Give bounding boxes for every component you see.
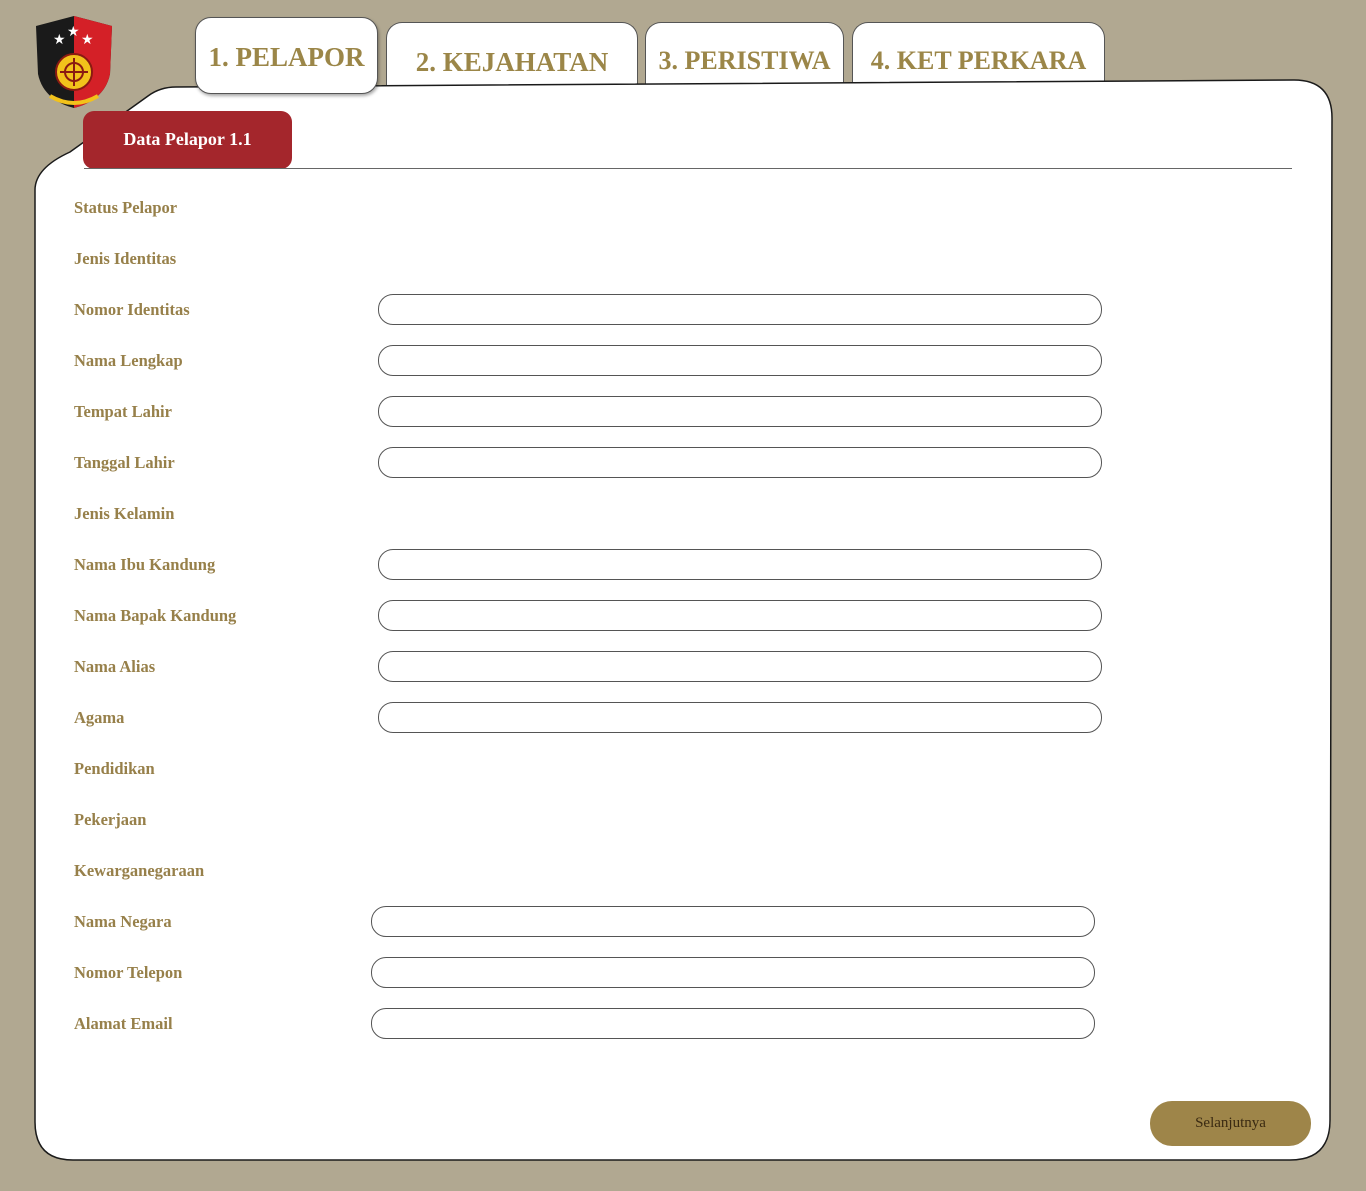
section-divider bbox=[84, 168, 1292, 169]
label-nama-alias: Nama Alias bbox=[74, 657, 156, 676]
label-agama: Agama bbox=[74, 708, 125, 727]
label-nama-bapak-kandung: Nama Bapak Kandung bbox=[74, 606, 237, 625]
tempat-lahir-input[interactable] bbox=[378, 396, 1102, 427]
next-button[interactable]: Selanjutnya bbox=[1150, 1101, 1311, 1146]
label-nama-lengkap: Nama Lengkap bbox=[74, 351, 183, 370]
label-nama-negara: Nama Negara bbox=[74, 912, 172, 931]
label-tempat-lahir: Tempat Lahir bbox=[74, 402, 172, 421]
label-kewarganegaraan: Kewarganegaraan bbox=[74, 861, 205, 880]
label-status-pelapor: Status Pelapor bbox=[74, 198, 178, 217]
label-pendidikan: Pendidikan bbox=[74, 759, 155, 778]
nama-ibu-kandung-input[interactable] bbox=[378, 549, 1102, 580]
agama-input[interactable] bbox=[378, 702, 1102, 733]
nama-negara-input[interactable] bbox=[371, 906, 1095, 937]
nomor-identitas-input[interactable] bbox=[378, 294, 1102, 325]
nama-bapak-kandung-input[interactable] bbox=[378, 600, 1102, 631]
label-alamat-email: Alamat Email bbox=[74, 1014, 173, 1033]
label-jenis-kelamin: Jenis Kelamin bbox=[74, 504, 175, 523]
label-jenis-identitas: Jenis Identitas bbox=[74, 249, 177, 268]
label-pekerjaan: Pekerjaan bbox=[74, 810, 147, 829]
nama-alias-input[interactable] bbox=[378, 651, 1102, 682]
label-nomor-telepon: Nomor Telepon bbox=[74, 963, 183, 982]
tanggal-lahir-input[interactable] bbox=[378, 447, 1102, 478]
alamat-email-input[interactable] bbox=[371, 1008, 1095, 1039]
nomor-telepon-input[interactable] bbox=[371, 957, 1095, 988]
label-nomor-identitas: Nomor Identitas bbox=[74, 300, 190, 319]
section-title: Data Pelapor 1.1 bbox=[83, 111, 292, 169]
nama-lengkap-input[interactable] bbox=[378, 345, 1102, 376]
label-nama-ibu-kandung: Nama Ibu Kandung bbox=[74, 555, 216, 574]
tab-pelapor[interactable]: 1. PELAPOR bbox=[195, 17, 378, 94]
label-tanggal-lahir: Tanggal Lahir bbox=[74, 453, 175, 472]
